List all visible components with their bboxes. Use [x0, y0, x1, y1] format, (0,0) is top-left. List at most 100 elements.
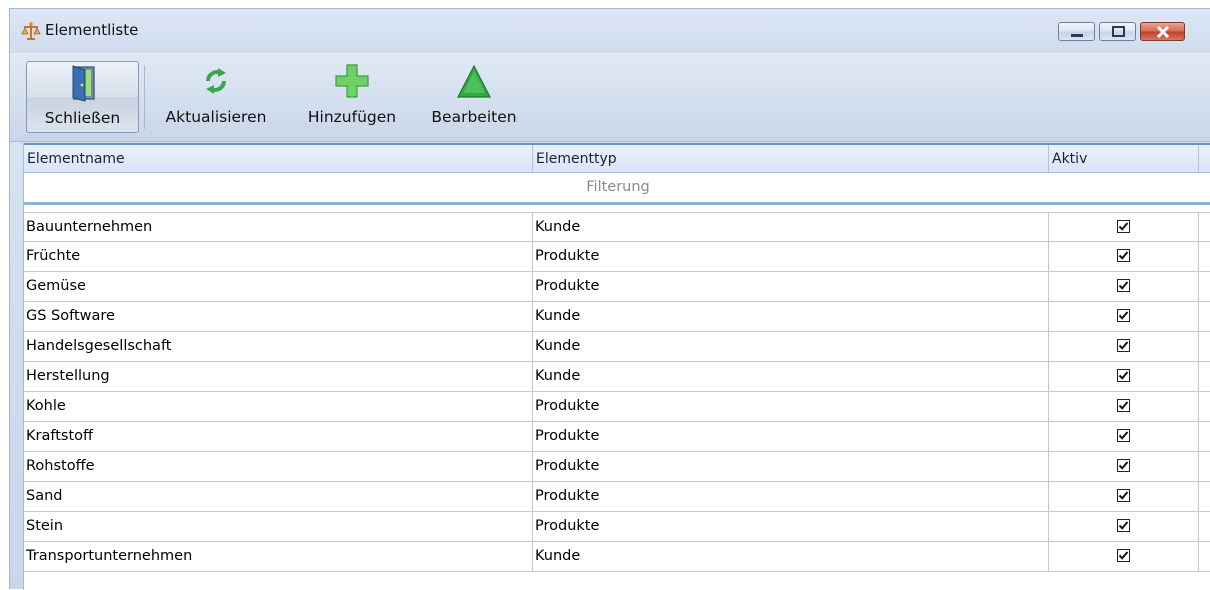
active-checkbox[interactable]: [1117, 309, 1130, 322]
checkmark-icon: [1118, 371, 1129, 380]
cell-elementname[interactable]: Handelsgesellschaft: [24, 332, 533, 361]
active-checkbox[interactable]: [1117, 339, 1130, 352]
cell-elementtyp[interactable]: Produkte: [533, 392, 1049, 421]
cell-elementtyp[interactable]: Produkte: [533, 242, 1049, 271]
toolbar: Schließen Aktualisieren Hinzufügen Bearb…: [10, 53, 1210, 142]
active-checkbox[interactable]: [1117, 399, 1130, 412]
cell-aktiv: [1049, 482, 1199, 511]
cell-aktiv: [1049, 542, 1199, 571]
close-window-button[interactable]: [1140, 22, 1185, 41]
checkmark-icon: [1118, 401, 1129, 410]
edit-button[interactable]: Bearbeiten: [422, 61, 526, 133]
cell-elementname[interactable]: Herstellung: [24, 362, 533, 391]
cell-elementname[interactable]: Bauunternehmen: [24, 213, 533, 242]
cell-elementtyp[interactable]: Kunde: [533, 332, 1049, 361]
cell-elementname[interactable]: Früchte: [24, 242, 533, 271]
scale-app-icon: [21, 21, 41, 41]
cell-elementtyp[interactable]: Produkte: [533, 272, 1049, 301]
close-button[interactable]: Schließen: [26, 61, 139, 133]
cell-elementname[interactable]: Transportunternehmen: [24, 542, 533, 571]
edit-button-label: Bearbeiten: [431, 108, 517, 126]
active-checkbox[interactable]: [1117, 459, 1130, 472]
checkmark-icon: [1118, 311, 1129, 320]
table-row[interactable]: Bauunternehmen Kunde: [24, 212, 1210, 242]
checkmark-icon: [1118, 551, 1129, 560]
maximize-button[interactable]: [1099, 22, 1136, 41]
cell-elementtyp[interactable]: Kunde: [533, 302, 1049, 331]
cell-aktiv: [1049, 392, 1199, 421]
active-checkbox[interactable]: [1117, 549, 1130, 562]
checkmark-icon: [1118, 341, 1129, 350]
cell-aktiv: [1049, 422, 1199, 451]
cell-aktiv: [1049, 332, 1199, 361]
cell-elementname[interactable]: Stein: [24, 512, 533, 541]
table-row[interactable]: Kraftstoff Produkte: [24, 422, 1210, 452]
element-grid: Elementname Elementtyp Aktiv Filterung B…: [23, 143, 1210, 590]
table-row[interactable]: Kohle Produkte: [24, 392, 1210, 422]
cell-elementtyp[interactable]: Produkte: [533, 512, 1049, 541]
door-exit-icon: [68, 64, 98, 106]
cell-aktiv: [1049, 302, 1199, 331]
title-bar[interactable]: Elementliste: [10, 9, 1210, 53]
refresh-button-label: Aktualisieren: [165, 108, 267, 126]
element-list-window: Elementliste Schließen Aktualisieren Hin…: [9, 8, 1210, 590]
cell-elementtyp[interactable]: Produkte: [533, 422, 1049, 451]
cell-aktiv: [1049, 452, 1199, 481]
window-title: Elementliste: [45, 21, 139, 39]
minimize-button[interactable]: [1058, 22, 1095, 41]
refresh-icon: [199, 63, 233, 103]
cell-elementname[interactable]: Rohstoffe: [24, 452, 533, 481]
active-checkbox[interactable]: [1117, 519, 1130, 532]
toolbar-separator: [144, 65, 145, 129]
cell-aktiv: [1049, 362, 1199, 391]
close-icon: [1156, 25, 1170, 39]
table-row[interactable]: Sand Produkte: [24, 482, 1210, 512]
cell-aktiv: [1049, 512, 1199, 541]
table-row[interactable]: Transportunternehmen Kunde: [24, 542, 1210, 572]
column-header-elementtyp[interactable]: Elementtyp: [533, 145, 1049, 173]
cell-aktiv: [1049, 272, 1199, 301]
cell-aktiv: [1049, 242, 1199, 271]
close-button-label: Schließen: [44, 109, 121, 127]
cell-elementtyp[interactable]: Produkte: [533, 452, 1049, 481]
checkmark-icon: [1118, 491, 1129, 500]
refresh-button[interactable]: Aktualisieren: [151, 61, 281, 133]
cell-elementname[interactable]: Sand: [24, 482, 533, 511]
checkmark-icon: [1118, 281, 1129, 290]
cell-elementname[interactable]: GS Software: [24, 302, 533, 331]
grid-rows: Bauunternehmen Kunde Früchte Produkte Gemüse…: [24, 212, 1210, 572]
table-row[interactable]: Stein Produkte: [24, 512, 1210, 542]
cell-elementname[interactable]: Kraftstoff: [24, 422, 533, 451]
active-checkbox[interactable]: [1117, 429, 1130, 442]
cell-elementtyp[interactable]: Produkte: [533, 482, 1049, 511]
filter-row[interactable]: Filterung: [24, 173, 1210, 205]
add-button-label: Hinzufügen: [307, 108, 397, 126]
add-button[interactable]: Hinzufügen: [293, 61, 411, 133]
table-row[interactable]: Herstellung Kunde: [24, 362, 1210, 392]
table-row[interactable]: GS Software Kunde: [24, 302, 1210, 332]
cell-elementtyp[interactable]: Kunde: [533, 362, 1049, 391]
active-checkbox[interactable]: [1117, 369, 1130, 382]
grid-header: Elementname Elementtyp Aktiv: [24, 143, 1210, 173]
table-row[interactable]: Gemüse Produkte: [24, 272, 1210, 302]
triangle-edit-icon: [456, 63, 492, 103]
column-header-aktiv[interactable]: Aktiv: [1049, 145, 1199, 173]
active-checkbox[interactable]: [1117, 279, 1130, 292]
checkmark-icon: [1118, 222, 1129, 231]
active-checkbox[interactable]: [1117, 249, 1130, 262]
maximize-icon: [1112, 26, 1125, 37]
checkmark-icon: [1118, 461, 1129, 470]
checkmark-icon: [1118, 251, 1129, 260]
active-checkbox[interactable]: [1117, 220, 1130, 233]
table-row[interactable]: Früchte Produkte: [24, 242, 1210, 272]
cell-elementtyp[interactable]: Kunde: [533, 213, 1049, 242]
cell-aktiv: [1049, 213, 1199, 242]
active-checkbox[interactable]: [1117, 489, 1130, 502]
table-row[interactable]: Rohstoffe Produkte: [24, 452, 1210, 482]
checkmark-icon: [1118, 521, 1129, 530]
cell-elementname[interactable]: Gemüse: [24, 272, 533, 301]
table-row[interactable]: Handelsgesellschaft Kunde: [24, 332, 1210, 362]
column-header-elementname[interactable]: Elementname: [24, 145, 533, 173]
cell-elementtyp[interactable]: Kunde: [533, 542, 1049, 571]
cell-elementname[interactable]: Kohle: [24, 392, 533, 421]
